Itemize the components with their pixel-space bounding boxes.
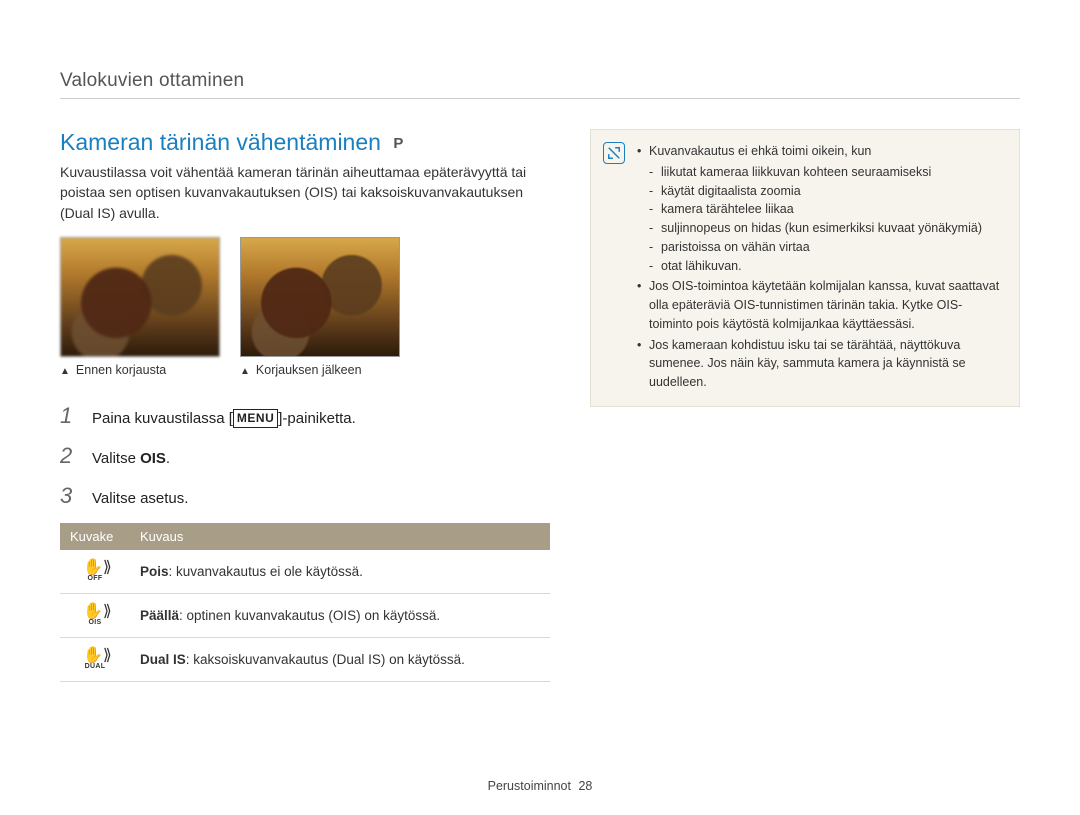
step-1: 1 Paina kuvaustilassa [MENU]-painiketta.	[60, 403, 550, 429]
note-sub-3: suljinnopeus on hidas (kun esimerkiksi k…	[649, 219, 1003, 238]
step-3-text: Valitse asetus.	[92, 488, 188, 509]
step-number: 2	[60, 443, 78, 469]
note-box: Kuvanvakautus ei ehkä toimi oikein, kun …	[590, 129, 1020, 407]
mode-badge: P	[393, 135, 403, 152]
step-2-before: Valitse	[92, 450, 140, 467]
row-2-rest: : kaksoiskuvanvakautus (Dual IS) on käyt…	[186, 652, 465, 667]
note-bullet-0: Kuvanvakautus ei ehkä toimi oikein, kun	[649, 144, 871, 158]
ois-on-icon: ✋⟫OIS	[83, 604, 107, 626]
left-column: Kameran tärinän vähentäminen P Kuvaustil…	[60, 129, 550, 682]
note-bullet-2: Jos kameraan kohdistuu isku tai se täräh…	[637, 336, 1003, 392]
caption-before: Ennen korjausta	[60, 363, 220, 377]
settings-table: Kuvake Kuvaus ✋⟫OFF Pois: kuvanvakautus …	[60, 523, 550, 682]
row-1-rest: : optinen kuvanvakautus (OIS) on käytöss…	[179, 608, 440, 623]
footer-page: 28	[578, 779, 592, 793]
step-number: 1	[60, 403, 78, 429]
note-bullet-1: Jos OIS-toimintoa käytetään kolmijalan k…	[637, 277, 1003, 333]
step-2: 2 Valitse OIS.	[60, 443, 550, 469]
page-title: Kameran tärinän vähentäminen	[60, 129, 381, 155]
step-1-prefix: Paina kuvaustilassa [	[92, 410, 233, 427]
step-2-bold: OIS	[140, 450, 166, 467]
section-header: Valokuvien ottaminen	[60, 70, 1020, 99]
step-1-suffix: ]-painiketta.	[278, 410, 356, 427]
row-2-bold: Dual IS	[140, 652, 186, 667]
ois-dual-icon: ✋⟫DUAL	[83, 648, 107, 670]
right-column: Kuvanvakautus ei ehkä toimi oikein, kun …	[590, 129, 1020, 682]
photo-after	[240, 237, 400, 357]
table-row: ✋⟫DUAL Dual IS: kaksoiskuvanvakautus (Du…	[60, 637, 550, 681]
title-line: Kameran tärinän vähentäminen P	[60, 129, 550, 156]
th-desc: Kuvaus	[130, 523, 550, 550]
menu-button-label: MENU	[233, 409, 278, 428]
ois-off-icon: ✋⟫OFF	[83, 560, 107, 582]
note-sub-4: paristoissa on vähän virtaa	[649, 238, 1003, 257]
photo-before	[60, 237, 220, 357]
note-sub-2: kamera tärähtelee liikaa	[649, 200, 1003, 219]
table-row: ✋⟫OFF Pois: kuvanvakautus ei ole käytöss…	[60, 550, 550, 594]
comparison-photos: Ennen korjausta Korjauksen jälkeen	[60, 237, 550, 377]
row-0-bold: Pois	[140, 564, 169, 579]
intro-text: Kuvaustilassa voit vähentää kameran täri…	[60, 162, 550, 223]
step-3: 3 Valitse asetus.	[60, 483, 550, 509]
table-row: ✋⟫OIS Päällä: optinen kuvanvakautus (OIS…	[60, 593, 550, 637]
step-list: 1 Paina kuvaustilassa [MENU]-painiketta.…	[60, 403, 550, 509]
th-icon: Kuvake	[60, 523, 130, 550]
page-footer: Perustoiminnot 28	[0, 779, 1080, 793]
note-sub-0: liikutat kameraa liikkuvan kohteen seura…	[649, 163, 1003, 182]
note-icon	[603, 142, 625, 164]
note-list: Kuvanvakautus ei ehkä toimi oikein, kun …	[637, 142, 1003, 394]
step-2-after: .	[166, 450, 170, 467]
row-0-rest: : kuvanvakautus ei ole käytössä.	[169, 564, 363, 579]
footer-label: Perustoiminnot	[488, 779, 571, 793]
step-number: 3	[60, 483, 78, 509]
caption-after: Korjauksen jälkeen	[240, 363, 400, 377]
note-sub-5: otat lähikuvan.	[649, 257, 1003, 276]
row-1-bold: Päällä	[140, 608, 179, 623]
note-sub-1: käytät digitaalista zoomia	[649, 182, 1003, 201]
